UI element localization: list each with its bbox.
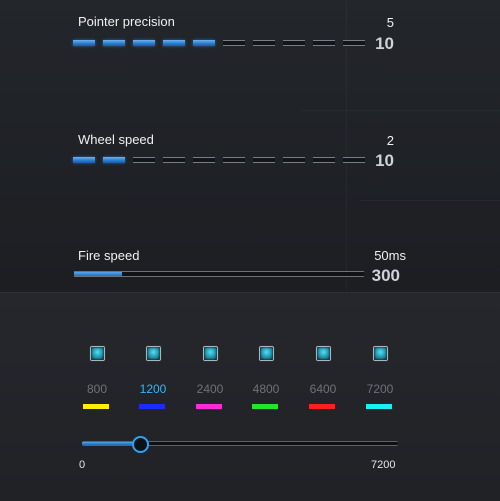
pointer-precision-max: 10: [375, 34, 394, 53]
wheel-speed-segment[interactable]: [193, 157, 215, 163]
wheel-speed-segment[interactable]: [283, 157, 305, 163]
dpi-color-swatch[interactable]: [83, 404, 109, 409]
pointer-precision-segment[interactable]: [313, 40, 335, 46]
dpi-color-swatch[interactable]: [139, 404, 165, 409]
dpi-preset-label[interactable]: 6400: [303, 382, 343, 396]
dpi-preset-label[interactable]: 2400: [190, 382, 230, 396]
pointer-precision-segment[interactable]: [103, 40, 125, 46]
dpi-color-swatch[interactable]: [196, 404, 222, 409]
wheel-speed-label: Wheel speed: [78, 132, 154, 147]
checkbox-icon[interactable]: [373, 346, 388, 361]
wheel-speed-value: 2: [386, 133, 394, 148]
wheel-speed-slider[interactable]: [73, 157, 365, 163]
wheel-speed-segment[interactable]: [313, 157, 335, 163]
dpi-color-swatch[interactable]: [252, 404, 278, 409]
pointer-precision-segment[interactable]: [193, 40, 215, 46]
pointer-precision-segment[interactable]: [133, 40, 155, 46]
fire-speed-label: Fire speed: [78, 248, 140, 263]
dpi-slider-min-label: 0: [79, 459, 86, 471]
dpi-slider-thumb[interactable]: [131, 436, 149, 453]
checkbox-icon[interactable]: [90, 346, 105, 361]
pointer-precision-segment[interactable]: [163, 40, 185, 46]
dpi-panel: [0, 292, 500, 501]
dpi-slider-fill: [82, 442, 135, 445]
dpi-preset-label[interactable]: 7200: [360, 382, 400, 396]
wheel-speed-segment[interactable]: [253, 157, 275, 163]
wheel-speed-segment[interactable]: [133, 157, 155, 163]
checkbox-icon[interactable]: [203, 346, 218, 361]
dpi-preset-label[interactable]: 4800: [246, 382, 286, 396]
checkbox-icon[interactable]: [316, 346, 331, 361]
wheel-speed-segment[interactable]: [223, 157, 245, 163]
fire-speed-max: 300: [371, 266, 400, 285]
pointer-precision-segment[interactable]: [223, 40, 245, 46]
pointer-precision-label: Pointer precision: [78, 14, 175, 29]
dpi-color-swatch[interactable]: [309, 404, 335, 409]
checkbox-icon[interactable]: [259, 346, 274, 361]
checkbox-icon[interactable]: [146, 346, 161, 361]
fire-speed-fill: [74, 272, 123, 276]
pointer-precision-segment[interactable]: [283, 40, 305, 46]
wheel-speed-segment[interactable]: [73, 157, 95, 163]
dpi-slider-max-label: 7200: [371, 459, 396, 471]
fire-speed-value: 50ms: [374, 248, 406, 263]
pointer-precision-segment[interactable]: [73, 40, 95, 46]
decor-line: [300, 110, 500, 111]
wheel-speed-segment[interactable]: [103, 157, 125, 163]
decor-line: [360, 200, 500, 201]
pointer-precision-segment[interactable]: [253, 40, 275, 46]
fire-speed-slider[interactable]: [74, 271, 364, 277]
dpi-preset-label[interactable]: 800: [77, 382, 117, 396]
pointer-precision-slider[interactable]: [73, 40, 365, 46]
pointer-precision-value: 5: [386, 15, 394, 30]
dpi-color-swatch[interactable]: [366, 404, 392, 409]
dpi-preset-label[interactable]: 1200: [133, 382, 173, 396]
wheel-speed-max: 10: [375, 151, 394, 170]
wheel-speed-segment[interactable]: [163, 157, 185, 163]
dpi-slider-track[interactable]: [82, 441, 398, 446]
